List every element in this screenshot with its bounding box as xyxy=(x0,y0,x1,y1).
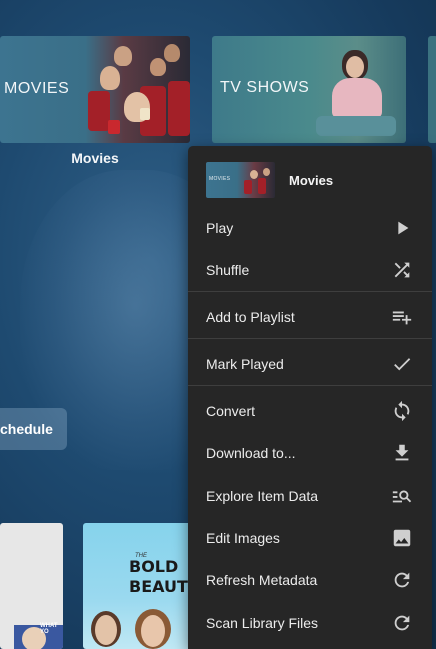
sync-icon xyxy=(394,400,410,422)
play-icon xyxy=(398,221,409,235)
menu-item-label: Edit Images xyxy=(206,530,280,546)
menu-item-scan-library-files[interactable]: Scan Library Files xyxy=(188,601,432,643)
poster-title-line: BEAUTIF xyxy=(129,577,193,596)
library-card-partial[interactable] xyxy=(428,36,436,143)
menu-item-label: Download to... xyxy=(206,445,296,461)
schedule-button[interactable]: chedule xyxy=(0,408,67,450)
menu-item-play[interactable]: Play xyxy=(188,206,432,248)
menu-divider xyxy=(188,291,432,292)
menu-item-label: Shuffle xyxy=(206,262,250,278)
menu-item-label: Play xyxy=(206,220,234,236)
menu-item-explore-item-data[interactable]: Explore Item Data xyxy=(188,474,432,516)
menu-thumbnail-label: MOVIES xyxy=(209,176,231,182)
context-menu-header: MOVIES Movies xyxy=(206,162,416,198)
menu-item-label: Explore Item Data xyxy=(206,488,319,504)
library-card-label: MOVIES xyxy=(4,80,70,97)
image-icon xyxy=(393,529,411,547)
poster-title: BOLD BEAUTIF xyxy=(129,557,193,597)
menu-item-mark-played[interactable]: Mark Played xyxy=(188,342,432,384)
playlist-add-icon xyxy=(392,311,412,325)
menu-divider xyxy=(188,338,432,339)
download-icon xyxy=(395,444,409,461)
refresh-icon xyxy=(394,572,410,588)
menu-item-refresh-metadata[interactable]: Refresh Metadata xyxy=(188,558,432,600)
menu-item-label: Convert xyxy=(206,403,256,419)
library-card-movies[interactable]: MOVIES xyxy=(0,36,190,143)
menu-item-download[interactable]: Download to... xyxy=(188,431,432,473)
media-poster[interactable]: THE BOLD BEAUTIF xyxy=(83,523,193,649)
menu-item-add-to-playlist[interactable]: Add to Playlist xyxy=(188,295,432,337)
refresh-icon xyxy=(394,615,410,631)
poster-title-line: BOLD xyxy=(129,557,179,576)
shuffle-icon xyxy=(394,262,410,278)
manage-search-icon xyxy=(392,490,412,503)
library-card-caption[interactable]: Movies xyxy=(0,150,190,166)
menu-item-label: Mark Played xyxy=(206,356,284,372)
movies-card-artwork xyxy=(80,36,190,143)
check-icon xyxy=(394,358,411,371)
library-card-tv-shows[interactable]: TV SHOWS xyxy=(212,36,406,143)
menu-divider xyxy=(188,385,432,386)
context-menu-title: Movies xyxy=(289,173,334,188)
menu-thumbnail: MOVIES xyxy=(206,162,275,198)
menu-item-edit-images[interactable]: Edit Images xyxy=(188,516,432,558)
poster-text: WHAT YO xyxy=(40,623,58,635)
media-poster[interactable]: WHAT YO xyxy=(0,523,63,649)
menu-item-shuffle[interactable]: Shuffle xyxy=(188,248,432,290)
context-menu: MOVIES Movies Play Shuffle Add to Playli… xyxy=(188,146,432,649)
menu-item-label: Scan Library Files xyxy=(206,615,319,631)
library-card-label: TV SHOWS xyxy=(220,79,310,96)
menu-item-label: Add to Playlist xyxy=(206,309,295,325)
menu-item-label: Refresh Metadata xyxy=(206,572,318,588)
menu-item-convert[interactable]: Convert xyxy=(188,389,432,431)
